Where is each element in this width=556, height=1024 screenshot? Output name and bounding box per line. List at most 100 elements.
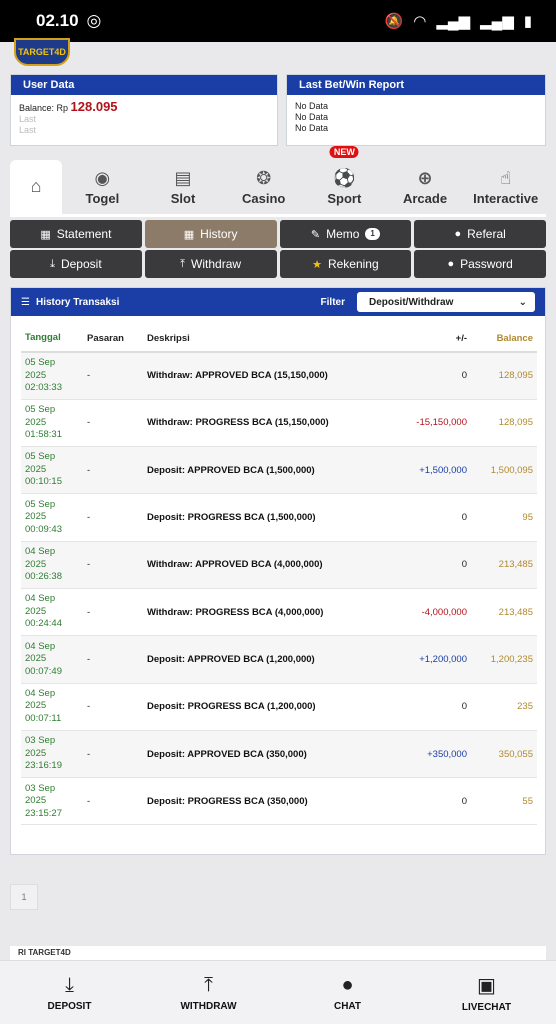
- date-year: 2025: [25, 463, 47, 475]
- amount-cell: -15,150,000: [375, 399, 471, 448]
- nav-livechat[interactable]: ▣ LIVECHAT: [417, 961, 556, 1024]
- table-header-row: Tanggal Pasaran Deskripsi +/- Balance: [21, 326, 537, 353]
- button-label: Deposit: [60, 257, 102, 271]
- tab-togel[interactable]: ◉ Togel: [62, 160, 143, 214]
- tab-home[interactable]: ⌂: [10, 160, 62, 214]
- table-row: 05 Sep 2025 02:03:33- Withdraw: APPROVED BC…: [21, 352, 537, 400]
- account-menu: ▦ Statement ▦ History ✎ Memo 1 ● Referal ⤓ Dep…: [10, 220, 546, 278]
- balance-cell: 235: [471, 683, 537, 731]
- nav-withdraw[interactable]: ⤒ WITHDRAW: [139, 961, 278, 1024]
- amount-cell: 0: [375, 777, 471, 826]
- date-day: 04 Sep: [25, 593, 56, 605]
- button-label: Password: [460, 257, 513, 271]
- button-label: History: [200, 227, 238, 241]
- date-cell: 05 Sep 2025 01:58:31: [21, 399, 83, 448]
- status-bar: 02.10 ◎ 🔕 ◠ ▂▄▆ ▂▄▆ ▮: [0, 0, 556, 42]
- date-year: 2025: [25, 511, 47, 523]
- table-row: 04 Sep 2025 00:07:49- Deposit: APPROVED BCA…: [21, 635, 537, 684]
- description-cell: Withdraw: APPROVED BCA (4,000,000): [143, 541, 375, 589]
- slot-icon: ▤: [174, 168, 192, 188]
- date-year: 2025: [25, 605, 47, 617]
- deposit-button[interactable]: ⤓ Deposit: [10, 250, 142, 278]
- star-icon: ★: [312, 258, 322, 271]
- date-day: 04 Sep: [25, 640, 56, 652]
- date-time: 00:09:43: [25, 523, 62, 535]
- description-cell: Withdraw: PROGRESS BCA (15,150,000): [143, 399, 375, 448]
- battery-icon: ▮: [523, 13, 532, 30]
- signal-icon: ▂▄▆: [436, 13, 471, 30]
- date-year: 2025: [25, 369, 47, 381]
- date-day: 05 Sep: [25, 498, 56, 510]
- amount-cell: +1,200,000: [375, 635, 471, 684]
- balance-cell: 213,485: [471, 541, 537, 589]
- site-logo[interactable]: TARGET4D: [14, 38, 70, 66]
- chat-bubble-icon: ●: [341, 973, 354, 996]
- tab-casino[interactable]: ❂ Casino: [223, 160, 304, 214]
- column-header: Pasaran: [83, 326, 143, 353]
- filter-label: Filter: [320, 296, 345, 308]
- withdraw-button[interactable]: ⤒ Withdraw: [144, 250, 277, 278]
- page-button[interactable]: 1: [10, 884, 38, 910]
- tab-label: Togel: [85, 191, 120, 206]
- tab-interactive[interactable]: ☝ Interactive: [465, 160, 546, 214]
- description-cell: Deposit: PROGRESS BCA (1,500,000): [143, 493, 375, 542]
- tab-arcade[interactable]: ⊕ Arcade: [385, 160, 466, 214]
- button-label: Rekening: [327, 257, 379, 271]
- history-card: ☰ History Transaksi Filter Deposit/Withdr…: [10, 287, 546, 855]
- date-day: 05 Sep: [25, 451, 56, 463]
- table-row: 04 Sep 2025 00:24:44- Withdraw: PROGRESS BC…: [21, 588, 537, 637]
- column-header: +/-: [375, 326, 471, 353]
- tab-slot[interactable]: ▤ Slot: [143, 160, 224, 214]
- date-time: 00:10:15: [25, 476, 62, 488]
- amount-cell: 0: [375, 493, 471, 542]
- memo-button[interactable]: ✎ Memo 1: [279, 220, 412, 248]
- filter-select[interactable]: Deposit/Withdraw ⌄: [357, 292, 535, 312]
- amount-cell: +350,000: [375, 730, 471, 779]
- casino-chip-icon: ❂: [256, 168, 272, 188]
- balance-cell: 213,485: [471, 588, 537, 637]
- tabs-divider: [10, 214, 546, 217]
- date-year: 2025: [25, 795, 47, 807]
- footer-text: RI TARGET4D: [10, 946, 546, 960]
- date-cell: 04 Sep 2025 00:07:49: [21, 635, 83, 684]
- nav-deposit[interactable]: ⤓ DEPOSIT: [0, 961, 139, 1024]
- list-icon: ☰: [21, 296, 30, 308]
- date-cell: 05 Sep 2025 02:03:33: [21, 352, 83, 400]
- table-row: 05 Sep 2025 01:58:31- Withdraw: PROGRESS BC…: [21, 399, 537, 448]
- balance-cell: 350,055: [471, 730, 537, 779]
- date-time: 23:16:19: [25, 760, 62, 772]
- touch-icon: ☝: [500, 168, 512, 188]
- balance-value: 128.095: [70, 99, 118, 114]
- tab-label: Slot: [170, 191, 196, 206]
- password-button[interactable]: ● Password: [414, 250, 546, 278]
- amount-cell: 0: [375, 541, 471, 589]
- column-header: Balance: [471, 326, 537, 353]
- statement-button[interactable]: ▦ Statement: [10, 220, 142, 248]
- date-time: 02:03:33: [25, 382, 62, 394]
- last-bet-panel: Last Bet/Win Report No Data No Data No D…: [286, 74, 546, 146]
- table-row: 03 Sep 2025 23:16:19- Deposit: APPROVED BCA…: [21, 730, 537, 779]
- memo-count-badge: 1: [365, 228, 380, 240]
- calendar-icon: ▦: [40, 228, 51, 241]
- referal-button[interactable]: ● Referal: [414, 220, 546, 248]
- tab-sport[interactable]: NEW ⚽ Sport: [304, 146, 385, 214]
- history-title: History Transaksi: [35, 296, 120, 308]
- user-data-panel: User Data Balance: Rp 128.095 Last Last: [10, 74, 278, 146]
- date-cell: 03 Sep 2025 23:15:27: [21, 777, 83, 826]
- lottery-icon: ◉: [94, 168, 111, 188]
- date-year: 2025: [25, 653, 47, 665]
- amount-cell: 0: [375, 352, 471, 400]
- table-row: 05 Sep 2025 00:10:15- Deposit: APPROVED BCA…: [21, 446, 537, 495]
- description-cell: Deposit: APPROVED BCA (1,200,000): [143, 635, 375, 684]
- history-button[interactable]: ▦ History: [144, 220, 277, 248]
- amount-cell: +1,500,000: [375, 446, 471, 495]
- nav-label: DEPOSIT: [47, 1000, 92, 1012]
- button-label: Withdraw: [191, 257, 242, 271]
- nav-chat[interactable]: ● CHAT: [278, 961, 417, 1024]
- user-icon: ●: [447, 258, 455, 270]
- rekening-button[interactable]: ★ Rekening: [279, 250, 412, 278]
- tab-label: Interactive: [473, 191, 539, 206]
- chevron-down-icon: ⌄: [518, 296, 527, 308]
- description-cell: Deposit: APPROVED BCA (350,000): [143, 730, 375, 779]
- nav-label: LIVECHAT: [461, 1001, 512, 1013]
